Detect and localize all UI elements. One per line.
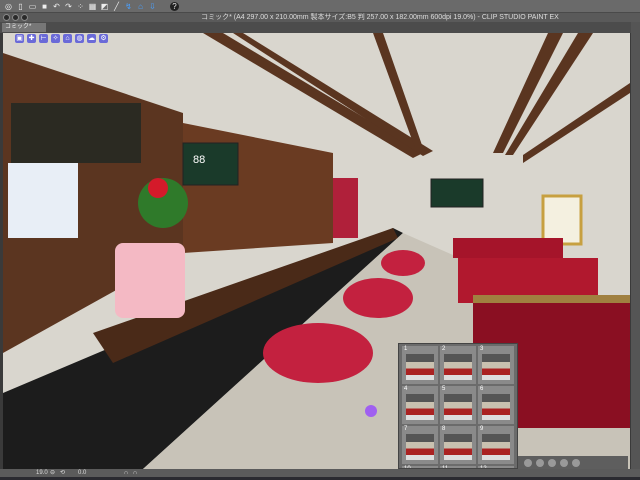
snap-special-icon[interactable]: ⌂	[136, 2, 145, 11]
status-bar: 19.0 ⊖ ⟲ 0.0 ∩ ∩	[0, 469, 640, 477]
light-icon[interactable]: ☁	[87, 34, 96, 43]
tab-comic[interactable]: コミック*	[2, 23, 46, 32]
title-bar: コミック* (A4 297.00 x 210.00mm 製本サイズ:B5 判 2…	[0, 12, 640, 22]
rotate-icon[interactable]	[548, 458, 556, 467]
3d-manipulator[interactable]	[365, 405, 377, 417]
texture-icon[interactable]	[572, 458, 580, 467]
booth-rail	[473, 295, 630, 303]
ruler-snap-icon[interactable]: ╱	[112, 2, 121, 11]
bar-stool	[381, 250, 425, 276]
camera-thumb[interactable]: 9	[478, 426, 514, 464]
pink-telephone	[115, 243, 185, 318]
rotate-icon[interactable]: ✧	[51, 34, 60, 43]
fit-icon[interactable]: ⟲	[60, 469, 65, 477]
tab-bar: コミック*	[0, 22, 640, 33]
angle-value[interactable]: 0.0	[78, 469, 86, 477]
snap-grid-icon[interactable]: ⇩	[148, 2, 157, 11]
rotate-right-icon[interactable]: ∩	[133, 469, 137, 477]
clip-studio-icon[interactable]: ◎	[4, 2, 13, 11]
camera-thumb[interactable]: 6	[478, 386, 514, 424]
new-icon[interactable]: ▯	[16, 2, 25, 11]
red-flowers	[148, 178, 168, 198]
tv-screen	[182, 142, 239, 186]
undo-icon[interactable]: ↶	[52, 2, 61, 11]
menu-poster	[8, 163, 78, 238]
canvas-3d-view[interactable]: 88 ▣ ✚ ⊢ ✧ ⌂ ◍ ☁ ⚙	[3, 33, 630, 469]
bar-stool	[263, 323, 373, 383]
camera-thumb[interactable]: 7	[402, 426, 438, 464]
scene-3d: 88	[3, 33, 630, 469]
camera-thumb[interactable]: 5	[440, 386, 476, 424]
main-toolbar: ◎ ▯ ▭ ■ ↶ ↷ ⁘ ▦ ◩ ╱ ↯ ⌂ ⇩ ?	[0, 0, 640, 12]
3d-object-launcher: ▣ ✚ ⊢ ✧ ⌂ ◍ ☁ ⚙	[15, 34, 108, 43]
perspective-icon[interactable]: ⌂	[63, 34, 72, 43]
save-icon[interactable]: ■	[40, 2, 49, 11]
transform-icon[interactable]: ▦	[88, 2, 97, 11]
settings-icon[interactable]: ⚙	[99, 34, 108, 43]
curtain	[333, 178, 358, 238]
camera-thumb[interactable]: 8	[440, 426, 476, 464]
fill-icon[interactable]: ◩	[100, 2, 109, 11]
pan-icon[interactable]: ⊢	[39, 34, 48, 43]
select-clear-icon[interactable]: ⁘	[76, 2, 85, 11]
zoom-value[interactable]: 19.0	[36, 469, 48, 477]
tv-label: 88	[193, 154, 205, 166]
zoom-out-icon[interactable]: ⊖	[50, 469, 55, 477]
camera-thumb[interactable]: 4	[402, 386, 438, 424]
camera-thumb[interactable]: 3	[478, 346, 514, 384]
wall-frame	[541, 194, 583, 246]
camera-angle-panel: 1 2 3 4 5 6 7 8 9 10 11 12	[398, 343, 518, 469]
snap-ruler-icon[interactable]: ↯	[124, 2, 133, 11]
camera-reset-icon[interactable]	[524, 458, 532, 467]
pose-icon[interactable]	[560, 458, 568, 467]
bar-stool	[343, 278, 413, 318]
open-icon[interactable]: ▭	[28, 2, 37, 11]
camera-icon[interactable]: ▣	[15, 34, 24, 43]
booth-seat	[453, 238, 563, 258]
light-icon[interactable]	[536, 458, 544, 467]
vertical-scrollbar[interactable]	[631, 22, 640, 470]
camera-thumb[interactable]: 2	[440, 346, 476, 384]
redo-icon[interactable]: ↷	[64, 2, 73, 11]
rotate-left-icon[interactable]: ∩	[124, 469, 128, 477]
bottle-shelf	[11, 103, 141, 163]
help-icon[interactable]: ?	[170, 1, 179, 11]
object-toolbar	[518, 456, 628, 469]
camera-thumb[interactable]: 1	[402, 346, 438, 384]
tv-screen	[430, 178, 484, 208]
zoom-icon[interactable]: ◍	[75, 34, 84, 43]
move-icon[interactable]: ✚	[27, 34, 36, 43]
